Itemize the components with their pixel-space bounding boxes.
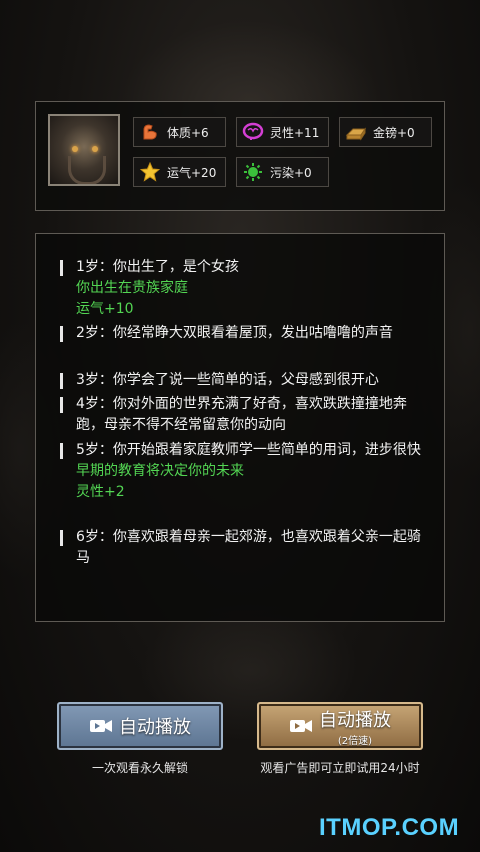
stat-pollution: 污染+0 xyxy=(236,157,329,187)
log-entry-text: 4岁：你对外面的世界充满了好奇，喜欢跌跌撞撞地奔跑，母亲不得不经常留意你的动向 xyxy=(76,396,407,433)
video-camera-icon xyxy=(89,718,113,734)
log-entry: 4岁：你对外面的世界充满了好奇，喜欢跌跌撞撞地奔跑，母亲不得不经常留意你的动向 xyxy=(60,394,428,436)
auto-play-2x-button[interactable]: 自动播放 (2倍速) xyxy=(257,702,423,750)
log-entry-text: 2岁：你经常睁大双眼看着屋顶，发出咕噜噜的声音 xyxy=(76,325,393,341)
entry-bar xyxy=(60,326,63,342)
log-entry-text: 6岁：你喜欢跟着母亲一起郊游，也喜欢跟着父亲一起骑马 xyxy=(76,529,421,566)
log-entry-event: 你出生在贵族家庭 xyxy=(76,280,188,296)
watermark: ITMOP.COM xyxy=(319,814,460,841)
gold-bars-icon xyxy=(345,121,367,143)
log-entry: 3岁：你学会了说一些简单的话，父母感到很开心 xyxy=(60,370,428,391)
stat-luck: 运气+20 xyxy=(133,157,226,187)
brain-icon xyxy=(242,121,264,143)
log-entry-text: 5岁：你开始跟着家庭教师学一些简单的用词，进步很快 xyxy=(76,442,421,458)
auto-play-2x-sub: (2倍速) xyxy=(337,735,373,747)
auto-play-2x-label: 自动播放 xyxy=(319,709,391,731)
portrait-eye xyxy=(92,146,98,152)
stat-gold-label: 金镑+0 xyxy=(373,125,415,140)
entry-bar xyxy=(60,397,63,413)
auto-play-hint: 一次观看永久解锁 xyxy=(91,761,188,775)
log-entry: 1岁：你出生了，是个女孩 你出生在贵族家庭 运气+10 xyxy=(60,257,428,320)
entry-bar xyxy=(60,373,63,389)
stat-spirit-label: 灵性+11 xyxy=(270,125,320,140)
entry-bar xyxy=(60,530,63,546)
auto-play-button[interactable]: 自动播放 xyxy=(57,702,223,750)
log-entry-bonus: 灵性+2 xyxy=(76,484,125,500)
character-portrait xyxy=(48,114,120,186)
log-entry-event: 早期的教育将决定你的未来 xyxy=(76,463,244,479)
auto-play-2x-hint: 观看广告即可立即试用24小时 xyxy=(260,761,420,775)
character-stats-panel: 体质+6 灵性+11 金镑+0 运气+20 污染+0 xyxy=(35,101,445,211)
log-entry: 2岁：你经常睁大双眼看着屋顶，发出咕噜噜的声音 xyxy=(60,323,428,344)
log-entry: 5岁：你开始跟着家庭教师学一些简单的用词，进步很快 早期的教育将决定你的未来 灵… xyxy=(60,440,428,503)
virus-icon xyxy=(242,161,264,183)
life-log-panel: 1岁：你出生了，是个女孩 你出生在贵族家庭 运气+10 2岁：你经常睁大双眼看着… xyxy=(35,233,445,622)
stat-physique-label: 体质+6 xyxy=(167,125,209,140)
star-icon xyxy=(139,161,161,183)
portrait-eye xyxy=(72,146,78,152)
video-camera-icon xyxy=(289,718,313,734)
auto-play-label: 自动播放 xyxy=(119,717,191,738)
stat-luck-label: 运气+20 xyxy=(167,165,217,180)
log-entry: 6岁：你喜欢跟着母亲一起郊游，也喜欢跟着父亲一起骑马 xyxy=(60,527,428,569)
stat-pollution-label: 污染+0 xyxy=(270,165,312,180)
log-entry-text: 1岁：你出生了，是个女孩 xyxy=(76,259,239,275)
stat-physique: 体质+6 xyxy=(133,117,226,147)
portrait-tentacles xyxy=(68,156,106,184)
log-entry-text: 3岁：你学会了说一些简单的话，父母感到很开心 xyxy=(76,372,379,388)
entry-bar xyxy=(60,260,63,276)
auto-play-2x-text: 自动播放 (2倍速) xyxy=(319,706,391,747)
muscle-arm-icon xyxy=(139,121,161,143)
entry-bar xyxy=(60,443,63,459)
log-entry-bonus: 运气+10 xyxy=(76,301,134,317)
stat-gold: 金镑+0 xyxy=(339,117,432,147)
stat-spirit: 灵性+11 xyxy=(236,117,329,147)
